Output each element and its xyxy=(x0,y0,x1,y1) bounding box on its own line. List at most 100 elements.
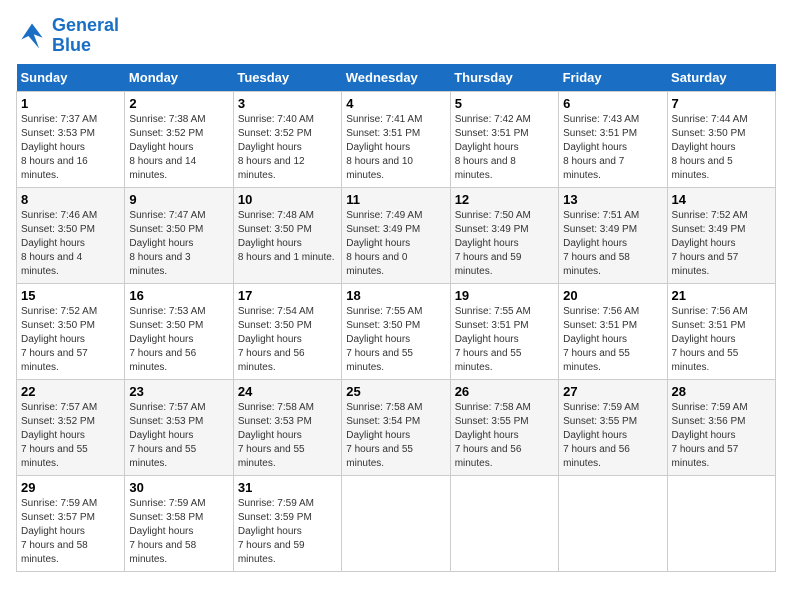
day-info: Sunrise: 7:40 AMSunset: 3:52 PMDaylight … xyxy=(238,114,314,181)
logo-text: General Blue xyxy=(52,16,119,56)
calendar-week-row: 22 Sunrise: 7:57 AMSunset: 3:52 PMDaylig… xyxy=(17,379,776,475)
day-info: Sunrise: 7:52 AMSunset: 3:49 PMDaylight … xyxy=(672,210,748,277)
calendar-cell: 8 Sunrise: 7:46 AMSunset: 3:50 PMDayligh… xyxy=(17,187,125,283)
day-info: Sunrise: 7:53 AMSunset: 3:50 PMDaylight … xyxy=(129,306,205,373)
day-number: 26 xyxy=(455,384,554,399)
col-header-saturday: Saturday xyxy=(667,64,775,92)
col-header-sunday: Sunday xyxy=(17,64,125,92)
calendar-cell: 17 Sunrise: 7:54 AMSunset: 3:50 PMDaylig… xyxy=(233,283,341,379)
page-header: General Blue xyxy=(16,16,776,56)
calendar-cell: 21 Sunrise: 7:56 AMSunset: 3:51 PMDaylig… xyxy=(667,283,775,379)
day-number: 16 xyxy=(129,288,228,303)
calendar-cell xyxy=(450,475,558,571)
day-number: 9 xyxy=(129,192,228,207)
day-number: 7 xyxy=(672,96,771,111)
calendar-cell: 5 Sunrise: 7:42 AMSunset: 3:51 PMDayligh… xyxy=(450,91,558,187)
day-number: 13 xyxy=(563,192,662,207)
calendar-cell: 25 Sunrise: 7:58 AMSunset: 3:54 PMDaylig… xyxy=(342,379,450,475)
col-header-tuesday: Tuesday xyxy=(233,64,341,92)
calendar-cell xyxy=(559,475,667,571)
day-info: Sunrise: 7:56 AMSunset: 3:51 PMDaylight … xyxy=(672,306,748,373)
calendar-cell: 22 Sunrise: 7:57 AMSunset: 3:52 PMDaylig… xyxy=(17,379,125,475)
day-info: Sunrise: 7:58 AMSunset: 3:53 PMDaylight … xyxy=(238,402,314,469)
calendar-cell: 30 Sunrise: 7:59 AMSunset: 3:58 PMDaylig… xyxy=(125,475,233,571)
day-number: 11 xyxy=(346,192,445,207)
day-info: Sunrise: 7:59 AMSunset: 3:57 PMDaylight … xyxy=(21,498,97,565)
day-number: 29 xyxy=(21,480,120,495)
day-number: 2 xyxy=(129,96,228,111)
calendar-cell: 7 Sunrise: 7:44 AMSunset: 3:50 PMDayligh… xyxy=(667,91,775,187)
calendar-cell: 10 Sunrise: 7:48 AMSunset: 3:50 PMDaylig… xyxy=(233,187,341,283)
calendar-cell: 19 Sunrise: 7:55 AMSunset: 3:51 PMDaylig… xyxy=(450,283,558,379)
day-info: Sunrise: 7:55 AMSunset: 3:51 PMDaylight … xyxy=(455,306,531,373)
col-header-wednesday: Wednesday xyxy=(342,64,450,92)
calendar-cell: 3 Sunrise: 7:40 AMSunset: 3:52 PMDayligh… xyxy=(233,91,341,187)
day-info: Sunrise: 7:51 AMSunset: 3:49 PMDaylight … xyxy=(563,210,639,277)
calendar-cell: 1 Sunrise: 7:37 AMSunset: 3:53 PMDayligh… xyxy=(17,91,125,187)
calendar-cell: 28 Sunrise: 7:59 AMSunset: 3:56 PMDaylig… xyxy=(667,379,775,475)
calendar-cell: 31 Sunrise: 7:59 AMSunset: 3:59 PMDaylig… xyxy=(233,475,341,571)
day-number: 18 xyxy=(346,288,445,303)
day-info: Sunrise: 7:44 AMSunset: 3:50 PMDaylight … xyxy=(672,114,748,181)
day-info: Sunrise: 7:59 AMSunset: 3:59 PMDaylight … xyxy=(238,498,314,565)
day-info: Sunrise: 7:48 AMSunset: 3:50 PMDaylight … xyxy=(238,210,335,263)
day-info: Sunrise: 7:57 AMSunset: 3:53 PMDaylight … xyxy=(129,402,205,469)
day-number: 3 xyxy=(238,96,337,111)
calendar-cell: 4 Sunrise: 7:41 AMSunset: 3:51 PMDayligh… xyxy=(342,91,450,187)
day-info: Sunrise: 7:42 AMSunset: 3:51 PMDaylight … xyxy=(455,114,531,181)
day-number: 20 xyxy=(563,288,662,303)
calendar-cell: 23 Sunrise: 7:57 AMSunset: 3:53 PMDaylig… xyxy=(125,379,233,475)
calendar-cell: 13 Sunrise: 7:51 AMSunset: 3:49 PMDaylig… xyxy=(559,187,667,283)
day-number: 17 xyxy=(238,288,337,303)
day-info: Sunrise: 7:38 AMSunset: 3:52 PMDaylight … xyxy=(129,114,205,181)
day-number: 28 xyxy=(672,384,771,399)
calendar-week-row: 8 Sunrise: 7:46 AMSunset: 3:50 PMDayligh… xyxy=(17,187,776,283)
day-number: 27 xyxy=(563,384,662,399)
day-info: Sunrise: 7:37 AMSunset: 3:53 PMDaylight … xyxy=(21,114,97,181)
day-info: Sunrise: 7:47 AMSunset: 3:50 PMDaylight … xyxy=(129,210,205,277)
day-number: 10 xyxy=(238,192,337,207)
day-number: 12 xyxy=(455,192,554,207)
day-number: 5 xyxy=(455,96,554,111)
calendar-cell xyxy=(667,475,775,571)
day-info: Sunrise: 7:43 AMSunset: 3:51 PMDaylight … xyxy=(563,114,639,181)
calendar-cell: 2 Sunrise: 7:38 AMSunset: 3:52 PMDayligh… xyxy=(125,91,233,187)
calendar-week-row: 1 Sunrise: 7:37 AMSunset: 3:53 PMDayligh… xyxy=(17,91,776,187)
calendar-cell: 24 Sunrise: 7:58 AMSunset: 3:53 PMDaylig… xyxy=(233,379,341,475)
calendar-cell: 27 Sunrise: 7:59 AMSunset: 3:55 PMDaylig… xyxy=(559,379,667,475)
day-info: Sunrise: 7:46 AMSunset: 3:50 PMDaylight … xyxy=(21,210,97,277)
logo-icon xyxy=(16,20,48,52)
calendar-cell: 29 Sunrise: 7:59 AMSunset: 3:57 PMDaylig… xyxy=(17,475,125,571)
calendar-cell: 26 Sunrise: 7:58 AMSunset: 3:55 PMDaylig… xyxy=(450,379,558,475)
day-number: 1 xyxy=(21,96,120,111)
day-number: 31 xyxy=(238,480,337,495)
calendar-week-row: 29 Sunrise: 7:59 AMSunset: 3:57 PMDaylig… xyxy=(17,475,776,571)
day-info: Sunrise: 7:49 AMSunset: 3:49 PMDaylight … xyxy=(346,210,422,277)
day-info: Sunrise: 7:50 AMSunset: 3:49 PMDaylight … xyxy=(455,210,531,277)
col-header-thursday: Thursday xyxy=(450,64,558,92)
day-info: Sunrise: 7:41 AMSunset: 3:51 PMDaylight … xyxy=(346,114,422,181)
day-number: 22 xyxy=(21,384,120,399)
day-number: 4 xyxy=(346,96,445,111)
col-header-monday: Monday xyxy=(125,64,233,92)
day-info: Sunrise: 7:57 AMSunset: 3:52 PMDaylight … xyxy=(21,402,97,469)
day-number: 14 xyxy=(672,192,771,207)
calendar-cell: 9 Sunrise: 7:47 AMSunset: 3:50 PMDayligh… xyxy=(125,187,233,283)
calendar-body: 1 Sunrise: 7:37 AMSunset: 3:53 PMDayligh… xyxy=(17,91,776,571)
day-info: Sunrise: 7:58 AMSunset: 3:55 PMDaylight … xyxy=(455,402,531,469)
logo: General Blue xyxy=(16,16,119,56)
day-info: Sunrise: 7:59 AMSunset: 3:56 PMDaylight … xyxy=(672,402,748,469)
day-number: 8 xyxy=(21,192,120,207)
calendar-cell: 15 Sunrise: 7:52 AMSunset: 3:50 PMDaylig… xyxy=(17,283,125,379)
day-number: 30 xyxy=(129,480,228,495)
calendar-cell: 6 Sunrise: 7:43 AMSunset: 3:51 PMDayligh… xyxy=(559,91,667,187)
calendar-cell: 20 Sunrise: 7:56 AMSunset: 3:51 PMDaylig… xyxy=(559,283,667,379)
calendar-week-row: 15 Sunrise: 7:52 AMSunset: 3:50 PMDaylig… xyxy=(17,283,776,379)
day-number: 21 xyxy=(672,288,771,303)
calendar-cell: 14 Sunrise: 7:52 AMSunset: 3:49 PMDaylig… xyxy=(667,187,775,283)
day-info: Sunrise: 7:52 AMSunset: 3:50 PMDaylight … xyxy=(21,306,97,373)
day-number: 25 xyxy=(346,384,445,399)
day-info: Sunrise: 7:56 AMSunset: 3:51 PMDaylight … xyxy=(563,306,639,373)
calendar-cell: 11 Sunrise: 7:49 AMSunset: 3:49 PMDaylig… xyxy=(342,187,450,283)
calendar-cell: 12 Sunrise: 7:50 AMSunset: 3:49 PMDaylig… xyxy=(450,187,558,283)
